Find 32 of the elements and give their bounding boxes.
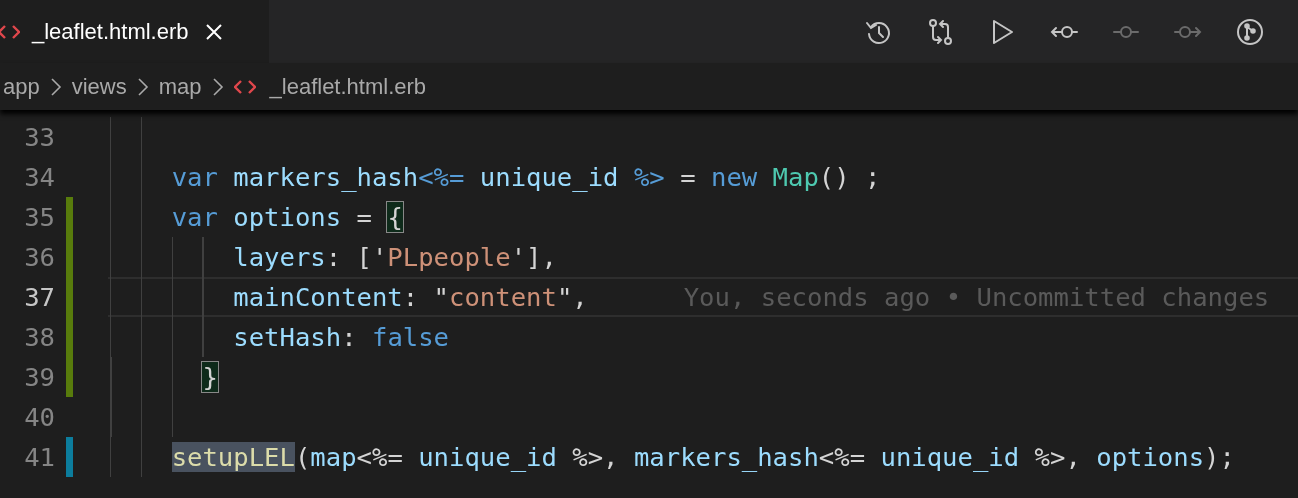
breadcrumb-item[interactable]: views [71,73,127,100]
line-number: 35 [23,201,55,234]
chevron-right-icon [49,76,62,97]
added-change-marker[interactable] [66,357,73,397]
code-line: var markers_hash<%= unique_id %> = new Map() ; [171,161,881,194]
compare-changes-icon[interactable] [926,17,954,46]
modified-change-marker[interactable] [66,437,73,477]
line-number: 37 [23,281,55,314]
code-line: var options = { [171,201,403,234]
line-number: 41 [23,441,55,474]
line-number: 33 [23,121,55,154]
code-file-icon [0,23,20,40]
chevron-right-icon [136,76,149,97]
branch-icon[interactable] [1236,17,1264,46]
blame-annotation: You, seconds ago • Uncommitted changes [683,282,1270,312]
code-line: layers: ['PLpeople'], [233,241,557,274]
breadcrumb-item[interactable]: map [158,73,202,100]
line-number: 40 [23,401,55,434]
line-number: 34 [23,161,55,194]
code-file-icon [233,78,256,95]
code-line: setupLEL(map<%= unique_id %>, markers_hash<%= unique_id %>, options); [171,441,1235,474]
added-change-marker[interactable] [66,197,73,237]
line-number: 36 [23,241,55,274]
breadcrumb-item[interactable]: _leaflet.html.erb [269,73,427,100]
code-line: mainContent: "content", [233,281,588,314]
code-line: setHash: false [233,321,449,354]
line-number: 38 [23,321,55,354]
editor-tab[interactable]: _leaflet.html.erb [0,0,269,63]
line-number: 39 [23,361,55,394]
breadcrumb-item[interactable]: app [3,73,40,100]
close-icon[interactable] [204,22,223,41]
chevron-right-icon [211,76,224,97]
